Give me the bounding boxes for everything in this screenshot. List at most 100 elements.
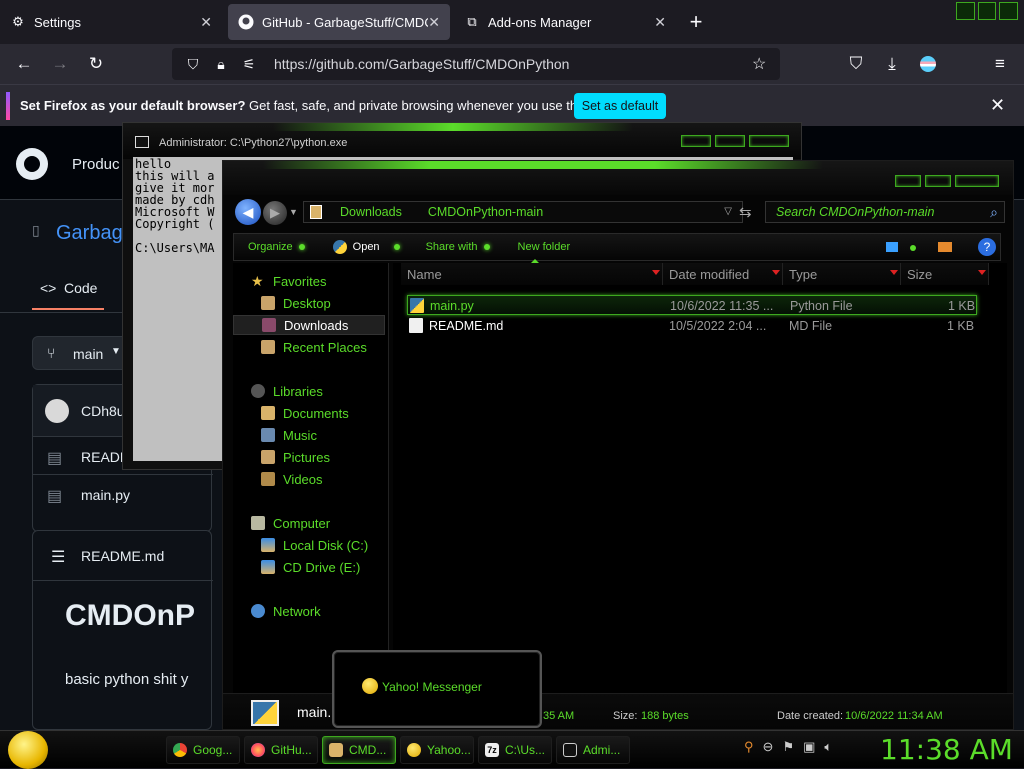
close-window-button[interactable] [999,2,1019,20]
refresh-icon[interactable]: ⇆ [739,203,752,221]
taskbar-item-chrome[interactable]: Goog... [166,736,240,764]
forward-icon[interactable]: → [46,50,74,78]
account-avatar[interactable] [920,56,936,72]
taskbar-item-yahoo[interactable]: Yahoo... [400,736,474,764]
chevron-down-icon[interactable]: ▽ [724,206,732,217]
nav-network[interactable]: Network [233,601,389,621]
taskbar-item-explorer[interactable]: CMD... [322,736,396,764]
column-header-type[interactable]: Type [783,263,901,285]
table-row[interactable]: ▤ main.py [33,475,213,513]
close-window-button[interactable] [749,135,789,147]
share-with-button[interactable]: Share with [426,241,490,253]
pocket-icon[interactable]: ⛉ [842,50,870,78]
tab-addons[interactable]: ⧉ Add-ons Manager ✕ [454,4,676,40]
maximize-button[interactable] [977,2,997,20]
github-logo-icon[interactable] [16,148,48,180]
organize-button[interactable]: Organize [248,241,305,253]
table-row[interactable]: main.py 10/6/2022 11:35 ... Python File … [407,295,977,315]
action-center-icon[interactable]: ⚑ [782,739,794,755]
breadcrumb-downloads[interactable]: Downloads [340,205,402,219]
taskbar-clock[interactable]: 11:38 AM [880,733,1013,766]
column-header-date[interactable]: Date modified [663,263,783,285]
close-icon[interactable]: ✕ [200,14,212,31]
url-text[interactable]: https://github.com/GarbageStuff/CMDOnPyt… [274,56,569,72]
bookmark-star-icon[interactable]: ☆ [752,54,766,74]
close-icon[interactable]: ✕ [990,95,1005,116]
menu-icon[interactable]: ≡ [986,50,1014,78]
network-icon[interactable]: ▣ [803,739,815,755]
set-default-button[interactable]: Set as default [574,93,666,119]
nav-libraries[interactable]: Libraries [233,381,389,401]
start-button-icon[interactable] [8,731,48,769]
commit-author[interactable]: CDh8u [81,403,125,419]
dropdown-arrow-icon[interactable] [772,270,780,275]
file-size: 1 KB [948,299,976,313]
reload-icon[interactable]: ↻ [82,50,110,78]
file-name[interactable]: README.md [429,319,503,333]
maximize-button[interactable] [715,135,745,147]
branch-selector[interactable]: ⑂ main ▼ [32,336,132,370]
minimize-button[interactable] [681,135,711,147]
minimize-button[interactable] [895,175,921,187]
taskbar-item-admin-console[interactable]: Admi... [556,736,630,764]
table-row[interactable]: README.md 10/5/2022 2:04 ... MD File 1 K… [407,316,977,336]
close-icon[interactable]: ✕ [428,14,440,31]
downloads-icon[interactable]: ⤓ [878,50,906,78]
avatar[interactable] [45,399,69,423]
tab-settings[interactable]: ⚙ Settings ✕ [0,4,222,40]
nav-music[interactable]: Music [233,425,389,445]
search-icon[interactable]: ⚲ [744,739,754,755]
list-icon[interactable]: ☰ [51,547,65,567]
dropdown-arrow-icon[interactable] [978,270,986,275]
nav-recent-places[interactable]: Recent Places [233,337,389,357]
nav-local-disk[interactable]: Local Disk (C:) [233,535,389,555]
nav-downloads[interactable]: Downloads [233,315,385,335]
volume-icon[interactable]: 🔈︎ [824,739,832,755]
close-icon[interactable]: ✕ [654,14,666,31]
shield-icon[interactable]: ⛉ [182,56,204,73]
taskbar-item-firefox[interactable]: GitHu... [244,736,318,764]
explorer-window[interactable]: ◀ ▶ ▼ Downloads CMDOnPython-main ▽ ⇆ Sea… [222,160,1014,730]
nav-videos[interactable]: Videos [233,469,389,489]
search-input[interactable]: Search CMDOnPython-main ⌕ [765,201,1005,223]
view-icon[interactable] [886,242,898,252]
address-bar[interactable]: Downloads CMDOnPython-main ▽ [303,201,743,223]
permissions-icon[interactable]: ⚟ [238,56,260,73]
back-icon[interactable]: ◀ [235,199,261,225]
nav-documents[interactable]: Documents [233,403,389,423]
column-header-size[interactable]: Size [901,263,989,285]
new-folder-button[interactable]: New folder [518,241,571,253]
nav-pictures[interactable]: Pictures [233,447,389,467]
column-header-name[interactable]: Name [401,263,663,285]
search-icon[interactable]: ⌕ [990,204,998,221]
nav-product[interactable]: Produc [72,156,120,173]
file-name[interactable]: main.py [430,299,474,313]
tab-code[interactable]: Code [64,280,97,296]
console-icon[interactable] [135,136,149,148]
nav-computer[interactable]: Computer [233,513,389,533]
command-bar: Organize Open Share with New folder ? [233,233,1001,261]
new-tab-button[interactable]: + [684,8,708,36]
help-icon[interactable]: ? [978,238,996,256]
nav-favorites[interactable]: ★ Favorites [233,271,389,291]
chevron-down-icon[interactable]: ▼ [289,207,298,217]
breadcrumb-cmdonpython-main[interactable]: CMDOnPython-main [428,205,543,219]
back-icon[interactable]: ← [10,50,38,78]
minimize-button[interactable] [956,2,975,20]
open-button[interactable]: Open [332,240,400,254]
messenger-icon[interactable]: ⊖ [763,739,774,755]
lock-icon[interactable]: 🔒︎ [210,56,232,73]
tab-github[interactable]: GitHub - GarbageStuff/CMDOn ✕ [228,4,450,40]
nav-cd-drive[interactable]: CD Drive (E:) [233,557,389,577]
forward-icon[interactable]: ▶ [263,201,287,225]
dropdown-arrow-icon[interactable] [890,270,898,275]
url-bar[interactable]: ⛉ 🔒︎ ⚟ https://github.com/GarbageStuff/C… [172,48,780,80]
nav-desktop[interactable]: Desktop [233,293,389,313]
maximize-button[interactable] [925,175,951,187]
dropdown-arrow-icon[interactable] [652,270,660,275]
taskbar-item-7zip[interactable]: 7z C:\Us... [478,736,552,764]
yahoo-messenger-popup[interactable]: Yahoo! Messenger [332,650,542,728]
close-window-button[interactable] [955,175,999,187]
preview-pane-icon[interactable] [938,242,952,252]
file-name[interactable]: main.py [81,487,130,503]
